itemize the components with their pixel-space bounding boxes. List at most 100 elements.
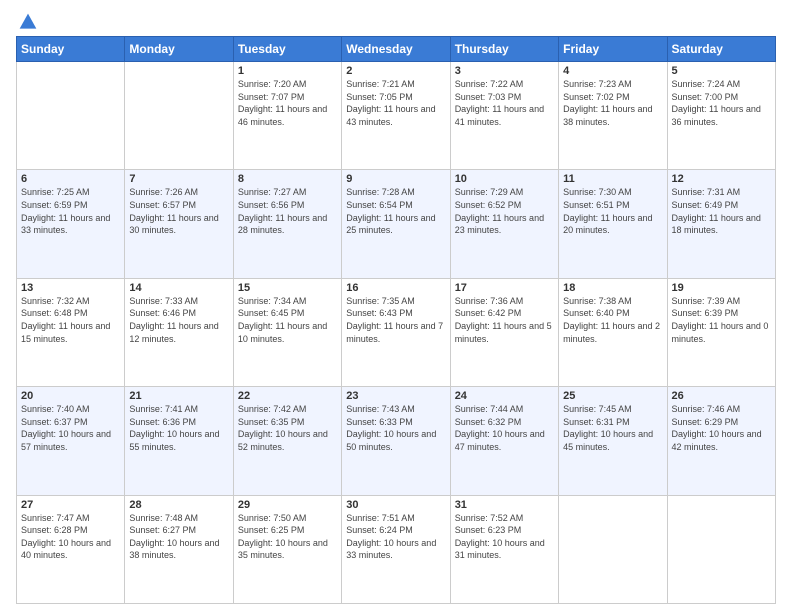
calendar-cell: 27Sunrise: 7:47 AM Sunset: 6:28 PM Dayli…: [17, 495, 125, 603]
day-number: 18: [563, 282, 662, 294]
day-number: 17: [455, 282, 554, 294]
calendar-cell: 4Sunrise: 7:23 AM Sunset: 7:02 PM Daylig…: [559, 62, 667, 170]
day-info: Sunrise: 7:20 AM Sunset: 7:07 PM Dayligh…: [238, 78, 337, 128]
calendar-cell: 9Sunrise: 7:28 AM Sunset: 6:54 PM Daylig…: [342, 170, 450, 278]
day-info: Sunrise: 7:35 AM Sunset: 6:43 PM Dayligh…: [346, 295, 445, 345]
calendar-cell: 10Sunrise: 7:29 AM Sunset: 6:52 PM Dayli…: [450, 170, 558, 278]
calendar-header-friday: Friday: [559, 37, 667, 62]
day-number: 8: [238, 173, 337, 185]
day-info: Sunrise: 7:23 AM Sunset: 7:02 PM Dayligh…: [563, 78, 662, 128]
calendar-cell: 26Sunrise: 7:46 AM Sunset: 6:29 PM Dayli…: [667, 387, 775, 495]
day-number: 21: [129, 390, 228, 402]
day-number: 15: [238, 282, 337, 294]
day-number: 26: [672, 390, 771, 402]
calendar-cell: 7Sunrise: 7:26 AM Sunset: 6:57 PM Daylig…: [125, 170, 233, 278]
calendar-cell: 31Sunrise: 7:52 AM Sunset: 6:23 PM Dayli…: [450, 495, 558, 603]
day-info: Sunrise: 7:36 AM Sunset: 6:42 PM Dayligh…: [455, 295, 554, 345]
day-info: Sunrise: 7:38 AM Sunset: 6:40 PM Dayligh…: [563, 295, 662, 345]
day-number: 27: [21, 499, 120, 511]
calendar-cell: 8Sunrise: 7:27 AM Sunset: 6:56 PM Daylig…: [233, 170, 341, 278]
day-info: Sunrise: 7:33 AM Sunset: 6:46 PM Dayligh…: [129, 295, 228, 345]
day-number: 1: [238, 65, 337, 77]
day-info: Sunrise: 7:44 AM Sunset: 6:32 PM Dayligh…: [455, 403, 554, 453]
day-number: 24: [455, 390, 554, 402]
calendar-header-row: SundayMondayTuesdayWednesdayThursdayFrid…: [17, 37, 776, 62]
calendar-cell: 29Sunrise: 7:50 AM Sunset: 6:25 PM Dayli…: [233, 495, 341, 603]
day-number: 9: [346, 173, 445, 185]
calendar-cell: 11Sunrise: 7:30 AM Sunset: 6:51 PM Dayli…: [559, 170, 667, 278]
day-info: Sunrise: 7:42 AM Sunset: 6:35 PM Dayligh…: [238, 403, 337, 453]
calendar-cell: 5Sunrise: 7:24 AM Sunset: 7:00 PM Daylig…: [667, 62, 775, 170]
day-info: Sunrise: 7:21 AM Sunset: 7:05 PM Dayligh…: [346, 78, 445, 128]
calendar-cell: [559, 495, 667, 603]
day-info: Sunrise: 7:50 AM Sunset: 6:25 PM Dayligh…: [238, 512, 337, 562]
day-number: 11: [563, 173, 662, 185]
day-number: 19: [672, 282, 771, 294]
calendar-cell: 15Sunrise: 7:34 AM Sunset: 6:45 PM Dayli…: [233, 278, 341, 386]
day-number: 28: [129, 499, 228, 511]
day-info: Sunrise: 7:48 AM Sunset: 6:27 PM Dayligh…: [129, 512, 228, 562]
calendar-cell: 1Sunrise: 7:20 AM Sunset: 7:07 PM Daylig…: [233, 62, 341, 170]
day-info: Sunrise: 7:52 AM Sunset: 6:23 PM Dayligh…: [455, 512, 554, 562]
calendar-cell: 16Sunrise: 7:35 AM Sunset: 6:43 PM Dayli…: [342, 278, 450, 386]
calendar-week-2: 6Sunrise: 7:25 AM Sunset: 6:59 PM Daylig…: [17, 170, 776, 278]
calendar-cell: 28Sunrise: 7:48 AM Sunset: 6:27 PM Dayli…: [125, 495, 233, 603]
day-number: 25: [563, 390, 662, 402]
calendar-cell: 12Sunrise: 7:31 AM Sunset: 6:49 PM Dayli…: [667, 170, 775, 278]
day-number: 12: [672, 173, 771, 185]
calendar-week-1: 1Sunrise: 7:20 AM Sunset: 7:07 PM Daylig…: [17, 62, 776, 170]
day-info: Sunrise: 7:40 AM Sunset: 6:37 PM Dayligh…: [21, 403, 120, 453]
day-info: Sunrise: 7:29 AM Sunset: 6:52 PM Dayligh…: [455, 186, 554, 236]
calendar-cell: 22Sunrise: 7:42 AM Sunset: 6:35 PM Dayli…: [233, 387, 341, 495]
day-number: 2: [346, 65, 445, 77]
calendar: SundayMondayTuesdayWednesdayThursdayFrid…: [16, 36, 776, 604]
day-info: Sunrise: 7:31 AM Sunset: 6:49 PM Dayligh…: [672, 186, 771, 236]
calendar-header-thursday: Thursday: [450, 37, 558, 62]
calendar-cell: 17Sunrise: 7:36 AM Sunset: 6:42 PM Dayli…: [450, 278, 558, 386]
calendar-cell: 6Sunrise: 7:25 AM Sunset: 6:59 PM Daylig…: [17, 170, 125, 278]
day-info: Sunrise: 7:45 AM Sunset: 6:31 PM Dayligh…: [563, 403, 662, 453]
day-number: 5: [672, 65, 771, 77]
day-info: Sunrise: 7:43 AM Sunset: 6:33 PM Dayligh…: [346, 403, 445, 453]
calendar-cell: [667, 495, 775, 603]
calendar-cell: 24Sunrise: 7:44 AM Sunset: 6:32 PM Dayli…: [450, 387, 558, 495]
day-number: 3: [455, 65, 554, 77]
calendar-cell: 3Sunrise: 7:22 AM Sunset: 7:03 PM Daylig…: [450, 62, 558, 170]
day-info: Sunrise: 7:46 AM Sunset: 6:29 PM Dayligh…: [672, 403, 771, 453]
day-info: Sunrise: 7:41 AM Sunset: 6:36 PM Dayligh…: [129, 403, 228, 453]
calendar-header-wednesday: Wednesday: [342, 37, 450, 62]
calendar-cell: 14Sunrise: 7:33 AM Sunset: 6:46 PM Dayli…: [125, 278, 233, 386]
day-number: 23: [346, 390, 445, 402]
day-info: Sunrise: 7:47 AM Sunset: 6:28 PM Dayligh…: [21, 512, 120, 562]
day-info: Sunrise: 7:25 AM Sunset: 6:59 PM Dayligh…: [21, 186, 120, 236]
calendar-header-monday: Monday: [125, 37, 233, 62]
day-number: 22: [238, 390, 337, 402]
calendar-cell: 2Sunrise: 7:21 AM Sunset: 7:05 PM Daylig…: [342, 62, 450, 170]
calendar-cell: 25Sunrise: 7:45 AM Sunset: 6:31 PM Dayli…: [559, 387, 667, 495]
calendar-cell: [125, 62, 233, 170]
day-number: 30: [346, 499, 445, 511]
day-info: Sunrise: 7:30 AM Sunset: 6:51 PM Dayligh…: [563, 186, 662, 236]
calendar-cell: [17, 62, 125, 170]
day-info: Sunrise: 7:51 AM Sunset: 6:24 PM Dayligh…: [346, 512, 445, 562]
calendar-cell: 23Sunrise: 7:43 AM Sunset: 6:33 PM Dayli…: [342, 387, 450, 495]
calendar-week-5: 27Sunrise: 7:47 AM Sunset: 6:28 PM Dayli…: [17, 495, 776, 603]
calendar-cell: 13Sunrise: 7:32 AM Sunset: 6:48 PM Dayli…: [17, 278, 125, 386]
day-info: Sunrise: 7:24 AM Sunset: 7:00 PM Dayligh…: [672, 78, 771, 128]
day-number: 14: [129, 282, 228, 294]
calendar-cell: 19Sunrise: 7:39 AM Sunset: 6:39 PM Dayli…: [667, 278, 775, 386]
calendar-cell: 20Sunrise: 7:40 AM Sunset: 6:37 PM Dayli…: [17, 387, 125, 495]
day-number: 13: [21, 282, 120, 294]
day-info: Sunrise: 7:39 AM Sunset: 6:39 PM Dayligh…: [672, 295, 771, 345]
logo: [16, 12, 38, 28]
day-info: Sunrise: 7:22 AM Sunset: 7:03 PM Dayligh…: [455, 78, 554, 128]
day-number: 31: [455, 499, 554, 511]
calendar-cell: 30Sunrise: 7:51 AM Sunset: 6:24 PM Dayli…: [342, 495, 450, 603]
day-number: 29: [238, 499, 337, 511]
calendar-week-3: 13Sunrise: 7:32 AM Sunset: 6:48 PM Dayli…: [17, 278, 776, 386]
day-info: Sunrise: 7:32 AM Sunset: 6:48 PM Dayligh…: [21, 295, 120, 345]
header: [16, 12, 776, 28]
calendar-cell: 18Sunrise: 7:38 AM Sunset: 6:40 PM Dayli…: [559, 278, 667, 386]
logo-icon: [18, 12, 38, 32]
day-number: 4: [563, 65, 662, 77]
